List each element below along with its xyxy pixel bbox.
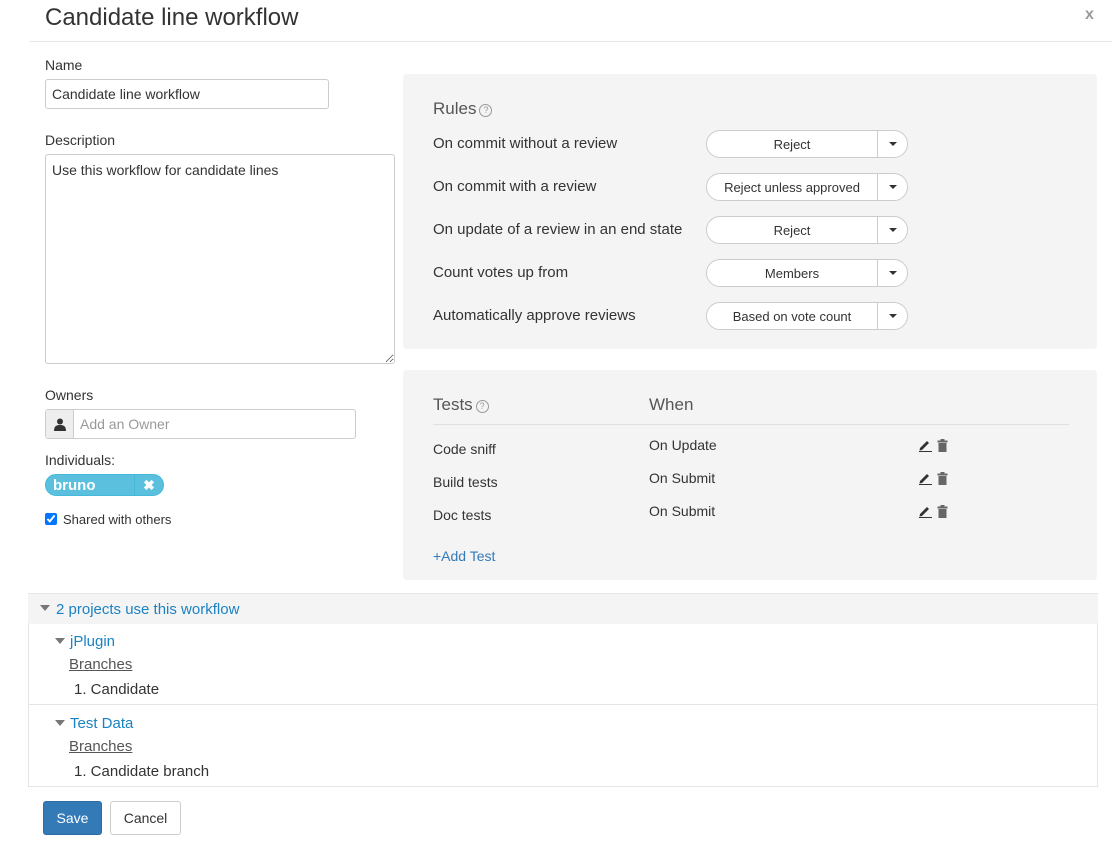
individual-tag: bruno ✖ [45, 474, 164, 496]
help-icon[interactable]: ? [475, 400, 489, 413]
description-textarea[interactable]: Use this workflow for candidate lines [45, 154, 395, 364]
test-when: On Update [649, 437, 717, 453]
branches-link[interactable]: Branches [69, 656, 132, 673]
dialog-title: Candidate line workflow [45, 4, 299, 31]
caret-down-icon [878, 217, 907, 243]
project-row [28, 623, 1098, 705]
add-test-link[interactable]: +Add Test [433, 548, 495, 564]
remove-individual-button[interactable]: ✖ [134, 475, 163, 495]
owner-input-group [45, 409, 356, 439]
save-button[interactable]: Save [43, 801, 102, 835]
tests-title: Tests? [433, 395, 489, 415]
test-when: On Submit [649, 470, 716, 486]
name-label: Name [45, 57, 83, 73]
trash-icon[interactable] [937, 505, 948, 518]
test-actions [918, 504, 948, 518]
test-when: On Submit [649, 503, 716, 519]
edit-icon[interactable] [918, 438, 933, 452]
rule-dropdown[interactable]: Members [706, 259, 908, 287]
edit-icon[interactable] [918, 471, 933, 485]
test-name: Doc tests [433, 507, 492, 523]
rule-dropdown[interactable]: Reject unless approved [706, 173, 908, 201]
tests-panel [403, 370, 1097, 580]
shared-checkbox[interactable] [45, 513, 57, 525]
caret-down-icon [878, 131, 907, 157]
test-name: Build tests [433, 474, 498, 490]
test-actions [918, 471, 948, 485]
trash-icon[interactable] [937, 472, 948, 485]
shared-label: Shared with others [63, 512, 172, 527]
projects-toggle[interactable]: 2 projects use this workflow [56, 601, 239, 618]
rule-dropdown-value: Reject unless approved [707, 174, 878, 200]
owner-search-input[interactable] [74, 410, 355, 438]
chevron-down-icon[interactable] [55, 720, 65, 726]
rule-dropdown-value: Reject [707, 217, 878, 243]
chevron-down-icon[interactable] [40, 605, 50, 611]
project-name[interactable]: jPlugin [70, 633, 115, 650]
rule-dropdown-value: Members [707, 260, 878, 286]
rule-dropdown[interactable]: Reject [706, 130, 908, 158]
rule-dropdown[interactable]: Reject [706, 216, 908, 244]
branch-item: 1. Candidate [74, 681, 160, 698]
tests-title-text: Tests [433, 395, 473, 414]
rule-dropdown-value: Reject [707, 131, 878, 157]
name-input[interactable] [45, 79, 329, 109]
individuals-label: Individuals: [45, 452, 116, 468]
user-icon [46, 410, 74, 438]
row-divider [28, 786, 1098, 787]
branch-item: 1. Candidate branch [74, 763, 210, 780]
owners-label: Owners [45, 387, 94, 403]
rule-dropdown[interactable]: Based on vote count [706, 302, 908, 330]
rules-title: Rules? [433, 99, 493, 119]
caret-down-icon [878, 174, 907, 200]
individual-tag-label: bruno [53, 476, 96, 494]
rule-label: Count votes up from [433, 264, 569, 281]
caret-down-icon [878, 303, 907, 329]
rule-label: Automatically approve reviews [433, 307, 636, 324]
rule-label: On commit with a review [433, 178, 597, 195]
description-label: Description [45, 132, 116, 148]
header-divider [30, 41, 1112, 42]
close-button[interactable]: x [1085, 6, 1094, 24]
test-name: Code sniff [433, 441, 496, 457]
cancel-button[interactable]: Cancel [110, 801, 181, 835]
rule-label: On update of a review in an end state [433, 221, 683, 238]
edit-icon[interactable] [918, 504, 933, 518]
test-actions [918, 438, 948, 452]
help-icon[interactable]: ? [479, 104, 493, 117]
when-header: When [649, 395, 694, 414]
tests-divider [433, 424, 1069, 425]
branches-link[interactable]: Branches [69, 738, 132, 755]
rule-label: On commit without a review [433, 135, 618, 152]
chevron-down-icon[interactable] [55, 638, 65, 644]
caret-down-icon [878, 260, 907, 286]
rules-title-text: Rules [433, 99, 477, 118]
project-name[interactable]: Test Data [70, 715, 133, 732]
trash-icon[interactable] [937, 439, 948, 452]
rule-dropdown-value: Based on vote count [707, 303, 878, 329]
